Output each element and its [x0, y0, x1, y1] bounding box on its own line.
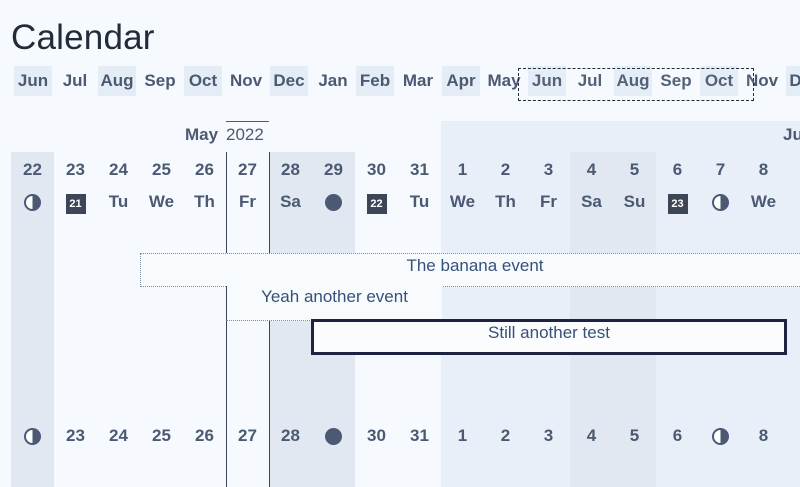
calendar-page: Calendar Jun Jul Aug Sep Oct Nov Dec Jan Feb Mar A… — [0, 0, 800, 487]
day-number-bottom: 6 — [672, 426, 683, 445]
day-number-bottom: 26 — [195, 426, 214, 445]
day-number: 29 — [324, 160, 343, 179]
event-still-another-test[interactable]: Still another test — [311, 319, 787, 355]
day-column[interactable]: 25 We 25 — [140, 152, 183, 487]
month-year-header: May 2022 Ju — [0, 121, 800, 152]
weekday-label: Fr — [239, 192, 256, 211]
weekday-label: Tu — [108, 192, 129, 211]
day-number: 26 — [195, 160, 214, 179]
event-yeah-another[interactable]: Yeah another event — [226, 286, 442, 321]
visible-range-selector[interactable] — [518, 68, 754, 101]
half-moon-icon — [11, 426, 54, 446]
day-column[interactable]: 24 Tu 24 — [97, 152, 140, 487]
weekday-label: Tu — [409, 192, 430, 211]
day-number: 3 — [543, 160, 554, 179]
month-strip-item[interactable]: Jun — [14, 66, 52, 96]
month-strip-item[interactable]: Mar — [399, 66, 437, 96]
day-number-bottom: 8 — [758, 426, 769, 445]
half-moon-icon — [699, 426, 742, 446]
day-column[interactable]: 9T — [785, 152, 800, 487]
week-badge: 23 — [667, 194, 688, 214]
event-banana[interactable]: The banana event — [140, 253, 800, 287]
day-number-bottom: 2 — [500, 426, 511, 445]
month-strip-item[interactable]: Oct — [184, 66, 222, 96]
day-number-bottom: 1 — [457, 426, 468, 445]
day-number-bottom: 24 — [109, 426, 128, 445]
weekday-label: Su — [623, 192, 646, 211]
month-strip-item[interactable]: Sep — [141, 66, 179, 96]
day-number: 28 — [281, 160, 300, 179]
day-number-bottom: 31 — [410, 426, 429, 445]
day-number-bottom: 27 — [238, 426, 257, 445]
day-number: 4 — [586, 160, 597, 179]
weekday-label: Fr — [540, 192, 557, 211]
month-strip-item[interactable]: Apr — [442, 66, 480, 96]
day-number-bottom: 3 — [543, 426, 554, 445]
day-number: 6 — [672, 160, 683, 179]
day-number: 7 — [715, 160, 726, 179]
weekday-label: We — [449, 192, 476, 211]
year-label: 2022 — [226, 125, 264, 144]
day-number: 1 — [457, 160, 468, 179]
day-number: 27 — [238, 160, 257, 179]
weekday-label: T — [785, 192, 800, 212]
half-moon-icon — [11, 192, 54, 212]
day-number: 22 — [23, 160, 42, 179]
weekday-label: We — [750, 192, 777, 211]
day-number-bottom: 4 — [586, 426, 597, 445]
month-strip-item[interactable]: Dec — [270, 66, 308, 96]
half-moon-icon — [699, 192, 742, 212]
day-number-bottom: 28 — [281, 426, 300, 445]
day-number: 2 — [500, 160, 511, 179]
day-number: 8 — [758, 160, 769, 179]
weekday-label: Sa — [280, 192, 301, 211]
day-number: 9 — [785, 160, 800, 180]
half-moon-icon — [24, 194, 41, 212]
half-moon-icon — [712, 194, 729, 212]
day-number-bottom: 25 — [152, 426, 171, 445]
day-number-bottom: 30 — [367, 426, 386, 445]
full-moon-icon — [312, 426, 355, 446]
day-number: 25 — [152, 160, 171, 179]
week-number-badge: 22 — [355, 192, 398, 214]
day-column[interactable]: 22 — [11, 152, 54, 487]
day-number: 24 — [109, 160, 128, 179]
timeline-grid: May 2022 Ju 22 23 21 23 24 Tu 24 25 We 25 26 Th 26 27… — [0, 121, 800, 487]
full-moon-icon — [325, 194, 342, 212]
day-number: 23 — [66, 160, 85, 179]
weekday-label: Th — [495, 192, 516, 211]
weekday-label: We — [148, 192, 175, 211]
full-moon-icon — [312, 192, 355, 212]
page-title: Calendar — [11, 18, 155, 57]
half-moon-icon — [712, 428, 729, 446]
day-column[interactable]: 23 21 23 — [54, 152, 97, 487]
month-strip-item[interactable]: Aug — [98, 66, 136, 96]
weekday-label: Sa — [581, 192, 602, 211]
day-number: 31 — [410, 160, 429, 179]
day-number: 30 — [367, 160, 386, 179]
month-strip-item[interactable]: Dec — [786, 66, 800, 96]
month-strip-item[interactable]: Nov — [227, 66, 265, 96]
day-number-bottom: 23 — [66, 426, 85, 445]
month-label-may: May — [185, 125, 219, 144]
week-number-badge: 21 — [54, 192, 97, 214]
month-strip-item[interactable]: Feb — [356, 66, 394, 96]
week-badge: 22 — [366, 194, 387, 214]
today-marker-top — [226, 121, 269, 122]
day-number-bottom: 5 — [629, 426, 640, 445]
half-moon-icon — [24, 428, 41, 446]
month-strip-item[interactable]: Jul — [56, 66, 94, 96]
day-number: 5 — [629, 160, 640, 179]
week-number-badge: 23 — [656, 192, 699, 214]
full-moon-icon — [325, 428, 342, 446]
weekday-label: Th — [194, 192, 215, 211]
week-badge: 21 — [65, 194, 86, 214]
month-label-june: Ju — [783, 125, 800, 144]
month-strip-item[interactable]: Jan — [314, 66, 352, 96]
day-column[interactable]: 26 Th 26 — [183, 152, 226, 487]
